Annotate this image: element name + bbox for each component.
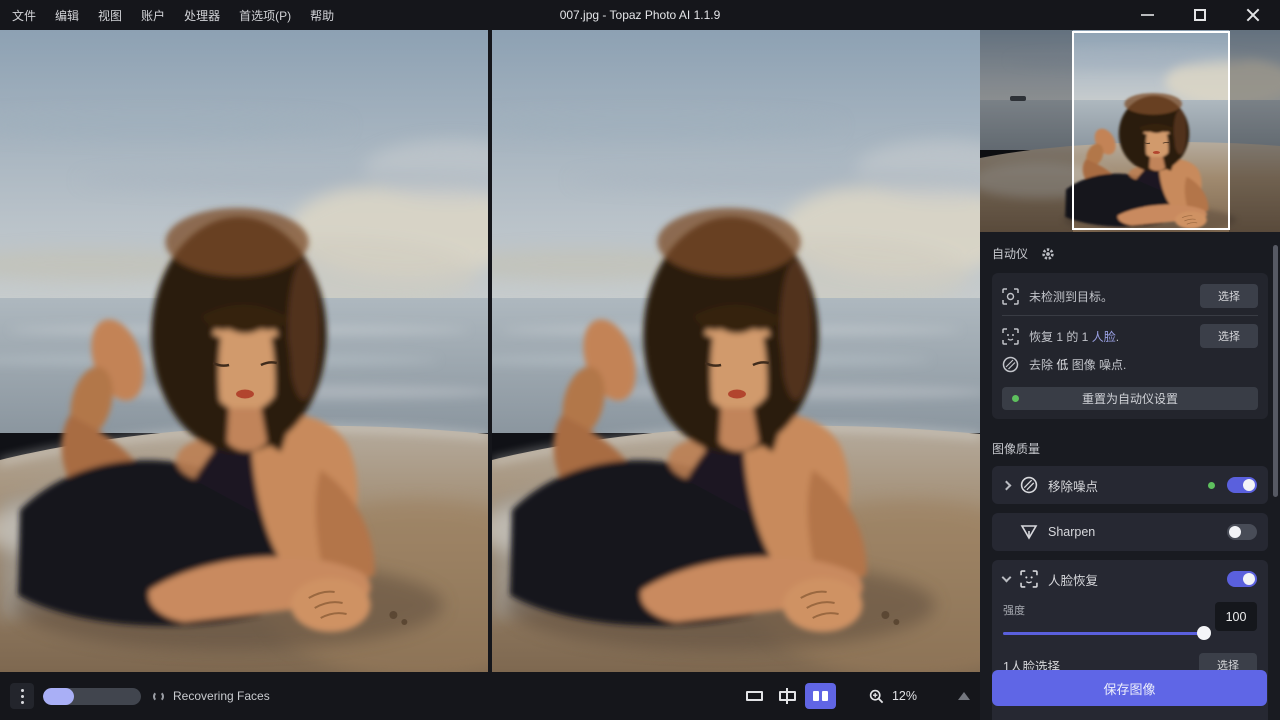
side-panel: 自动仪 未检测到目标。 选择: [980, 30, 1280, 720]
face-recovery-icon: [1020, 570, 1038, 588]
reset-autopilot-button[interactable]: 重置为自动仪设置: [1002, 387, 1258, 410]
face-detect-icon: [1002, 328, 1019, 345]
subject-select-button[interactable]: 选择: [1200, 284, 1258, 308]
autopilot-summary-card: 未检测到目标。 选择 恢复 1 的 1 人脸. 选择: [992, 273, 1268, 419]
denoise-autopilot-dot: [1208, 482, 1215, 489]
face-recovery-toggle[interactable]: [1227, 571, 1257, 587]
maximize-icon[interactable]: [1194, 9, 1206, 21]
close-icon[interactable]: [1246, 8, 1260, 22]
before-image-pane[interactable]: [0, 30, 488, 672]
subject-detect-icon: [1002, 288, 1019, 305]
menu-preferences[interactable]: 首选项(P): [239, 7, 291, 24]
menu-account[interactable]: 账户: [141, 7, 165, 24]
noise-summary-row: 去除 低 图像 噪点.: [1002, 350, 1258, 378]
navigator-thumbnail[interactable]: [980, 30, 1280, 232]
minimize-icon[interactable]: [1141, 14, 1154, 16]
face-recovery-label: 人脸恢复: [1048, 570, 1098, 589]
zoom-level-value: 12%: [892, 689, 917, 703]
zoom-control[interactable]: 12%: [861, 685, 925, 708]
autopilot-status-dot: [1012, 395, 1019, 402]
subject-detect-text: 未检测到目标。: [1029, 288, 1113, 305]
single-view-icon: [746, 691, 763, 701]
face-detect-row: 恢复 1 的 1 人脸. 选择: [1002, 322, 1258, 350]
strength-slider[interactable]: [1003, 626, 1205, 640]
kebab-menu-icon[interactable]: [10, 683, 34, 709]
progress-fill: [43, 688, 74, 705]
side-by-side-view-button[interactable]: [805, 683, 836, 709]
image-canvas: [0, 30, 980, 672]
face-select-button[interactable]: 选择: [1200, 324, 1258, 348]
sharpen-filter-header[interactable]: Sharpen: [992, 513, 1268, 551]
single-view-button[interactable]: [739, 683, 770, 709]
denoise-filter-card: 移除噪点: [992, 466, 1268, 504]
processing-status-text: Recovering Faces: [173, 689, 270, 703]
strength-slider-fill: [1003, 632, 1205, 635]
face-recovery-header[interactable]: 人脸恢复: [992, 560, 1268, 598]
sharpen-filter-card: Sharpen: [992, 513, 1268, 551]
menu-view[interactable]: 视图: [98, 7, 122, 24]
menu-file[interactable]: 文件: [12, 7, 36, 24]
face-detect-text: 恢复 1 的 1 人脸.: [1029, 328, 1119, 345]
spinner-icon: [153, 691, 164, 702]
denoise-icon: [1002, 356, 1019, 373]
progress-bar: [43, 688, 141, 705]
strength-label: 强度: [1003, 602, 1205, 618]
settings-panel: 自动仪 未检测到目标。 选择: [980, 232, 1280, 720]
noise-summary-text: 去除 低 图像 噪点.: [1029, 356, 1126, 373]
split-view-icon: [779, 691, 796, 701]
status-bar: Recovering Faces 12%: [0, 672, 980, 720]
title-bar: 文件 编辑 视图 账户 处理器 首选项(P) 帮助 007.jpg - Topa…: [0, 0, 1280, 30]
menu-processor[interactable]: 处理器: [184, 7, 220, 24]
face-count-link[interactable]: 人脸: [1092, 330, 1116, 344]
sharpen-icon: [1020, 523, 1038, 541]
menu-help[interactable]: 帮助: [310, 7, 334, 24]
autopilot-title: 自动仪: [992, 245, 1028, 262]
denoise-filter-header[interactable]: 移除噪点: [992, 466, 1268, 504]
chevron-right-icon[interactable]: [1002, 480, 1012, 490]
denoise-filter-label: 移除噪点: [1048, 476, 1098, 495]
menu-bar: 文件 编辑 视图 账户 处理器 首选项(P) 帮助: [0, 7, 334, 24]
after-image-pane[interactable]: [492, 30, 980, 672]
denoise-icon: [1020, 476, 1038, 494]
chevron-down-icon[interactable]: [1002, 573, 1012, 583]
card-divider: [1002, 315, 1258, 316]
split-view-button[interactable]: [772, 683, 803, 709]
panel-scrollbar[interactable]: [1273, 245, 1278, 497]
denoise-toggle[interactable]: [1227, 477, 1257, 493]
sharpen-toggle[interactable]: [1227, 524, 1257, 540]
collapse-panel-icon[interactable]: [958, 692, 970, 700]
noise-level-em: 低: [1056, 358, 1068, 372]
save-image-button[interactable]: 保存图像: [992, 670, 1267, 706]
zoom-in-icon: [869, 689, 884, 704]
gear-icon[interactable]: [1041, 247, 1055, 261]
side-by-side-icon: [813, 691, 828, 701]
view-mode-group: [739, 683, 836, 709]
strength-slider-knob[interactable]: [1197, 626, 1211, 640]
menu-edit[interactable]: 编辑: [55, 7, 79, 24]
app-window: 文件 编辑 视图 账户 处理器 首选项(P) 帮助 007.jpg - Topa…: [0, 0, 1280, 720]
image-quality-section-title: 图像质量: [992, 440, 1268, 457]
sharpen-filter-label: Sharpen: [1048, 525, 1095, 539]
subject-detect-row: 未检测到目标。 选择: [1002, 282, 1258, 310]
strength-value-box[interactable]: 100: [1215, 602, 1257, 631]
